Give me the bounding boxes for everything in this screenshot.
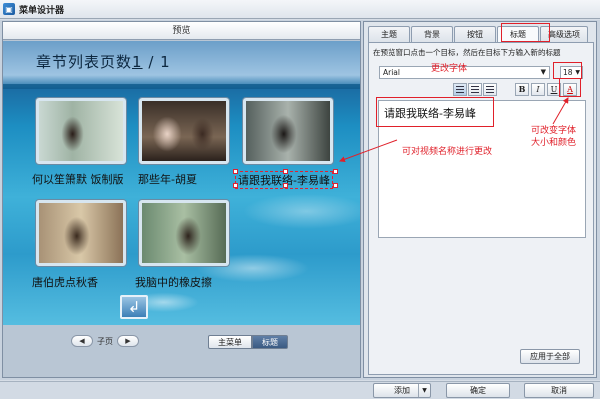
preview-header: 预览 [3, 22, 360, 40]
chevron-down-icon: ▼ [540, 68, 546, 76]
app-icon: ▣ [3, 3, 15, 15]
annotation-box-text-value [376, 97, 494, 127]
annotation-box-font-color [559, 78, 581, 97]
selection-handle[interactable] [283, 183, 288, 188]
next-subpage-button[interactable]: ▶ [117, 335, 139, 347]
chapter-thumbnail-1[interactable] [36, 98, 126, 164]
selection-handle[interactable] [333, 183, 338, 188]
annotation-size-color-1: 可改变字体 [531, 126, 577, 136]
instruction-text: 在预览窗口点击一个目标，然后在目标下方输入新的标题 [373, 48, 561, 57]
annotation-size-color-2: 大小和颜色 [531, 138, 577, 148]
selection-handle[interactable] [283, 169, 288, 174]
annotation-box-title-tab [501, 23, 550, 42]
chapter-thumbnail-4[interactable] [36, 200, 126, 266]
mode-main-menu[interactable]: 主菜单 [208, 335, 252, 349]
tab-buttons[interactable]: 按钮 [454, 26, 496, 42]
tab-theme[interactable]: 主题 [368, 26, 410, 42]
selection-handle[interactable] [333, 169, 338, 174]
preview-panel: 预览 章节列表页数1 / 1 何以笙箫默 饭制版 那些年-胡夏 请跟我联络-李易… [2, 21, 361, 378]
selection-handle[interactable] [233, 183, 238, 188]
tab-background[interactable]: 背景 [411, 26, 453, 42]
sea-horizon [3, 84, 360, 89]
bottom-action-bar: 添加 ▼ 确定 取消 [0, 381, 600, 399]
window-title: 菜单设计器 [19, 5, 65, 16]
chapter-thumbnail-2[interactable] [139, 98, 229, 164]
align-center-button[interactable] [468, 83, 482, 96]
mode-title[interactable]: 标题 [252, 335, 288, 349]
italic-button[interactable]: I [531, 83, 545, 96]
align-center-icon [471, 86, 479, 93]
menu-preview-canvas[interactable]: 章节列表页数1 / 1 何以笙箫默 饭制版 那些年-胡夏 请跟我联络-李易峰 唐… [3, 41, 360, 325]
editor-tabs: 主题 背景 按钮 标题 高级选项 [368, 26, 589, 42]
main-frame: 预览 章节列表页数1 / 1 何以笙箫默 饭制版 那些年-胡夏 请跟我联络-李易… [0, 20, 600, 380]
return-arrow-icon[interactable]: ↲ [120, 295, 148, 319]
add-button[interactable]: 添加 ▼ [373, 383, 431, 398]
confirm-button[interactable]: 确定 [446, 383, 510, 398]
align-right-button[interactable] [483, 83, 497, 96]
bold-button[interactable]: B [515, 83, 529, 96]
align-right-icon [486, 86, 494, 93]
apply-to-all-button[interactable]: 应用于全部 [520, 349, 580, 364]
chapter-caption-4[interactable]: 唐伯虎点秋香 [32, 274, 98, 290]
preview-mode-toggle: 主菜单 标题 [208, 335, 288, 349]
selection-handle[interactable] [233, 169, 238, 174]
prev-subpage-button[interactable]: ◀ [71, 335, 93, 347]
subpage-pager: ◀ 子页 ▶ [71, 335, 139, 347]
chapter-thumbnail-5[interactable] [139, 200, 229, 266]
chapter-caption-2[interactable]: 那些年-胡夏 [138, 171, 197, 187]
chapter-caption-5[interactable]: 我脑中的橡皮擦 [135, 274, 212, 290]
title-bar: ▣ 菜单设计器 [0, 0, 600, 19]
subpage-label: 子页 [97, 336, 113, 346]
annotation-box-font-size [553, 62, 582, 79]
align-left-button[interactable] [453, 83, 467, 96]
chapter-page-title[interactable]: 章节列表页数1 / 1 [36, 51, 171, 72]
cancel-button[interactable]: 取消 [524, 383, 594, 398]
annotation-rename-video: 可对视频名称进行更改 [402, 147, 493, 157]
chevron-down-icon[interactable]: ▼ [418, 384, 430, 397]
annotation-change-font: 更改字体 [431, 64, 468, 74]
chapter-caption-1[interactable]: 何以笙箫默 饭制版 [32, 171, 124, 187]
chapter-thumbnail-3[interactable] [243, 98, 333, 164]
align-left-icon [456, 86, 464, 93]
